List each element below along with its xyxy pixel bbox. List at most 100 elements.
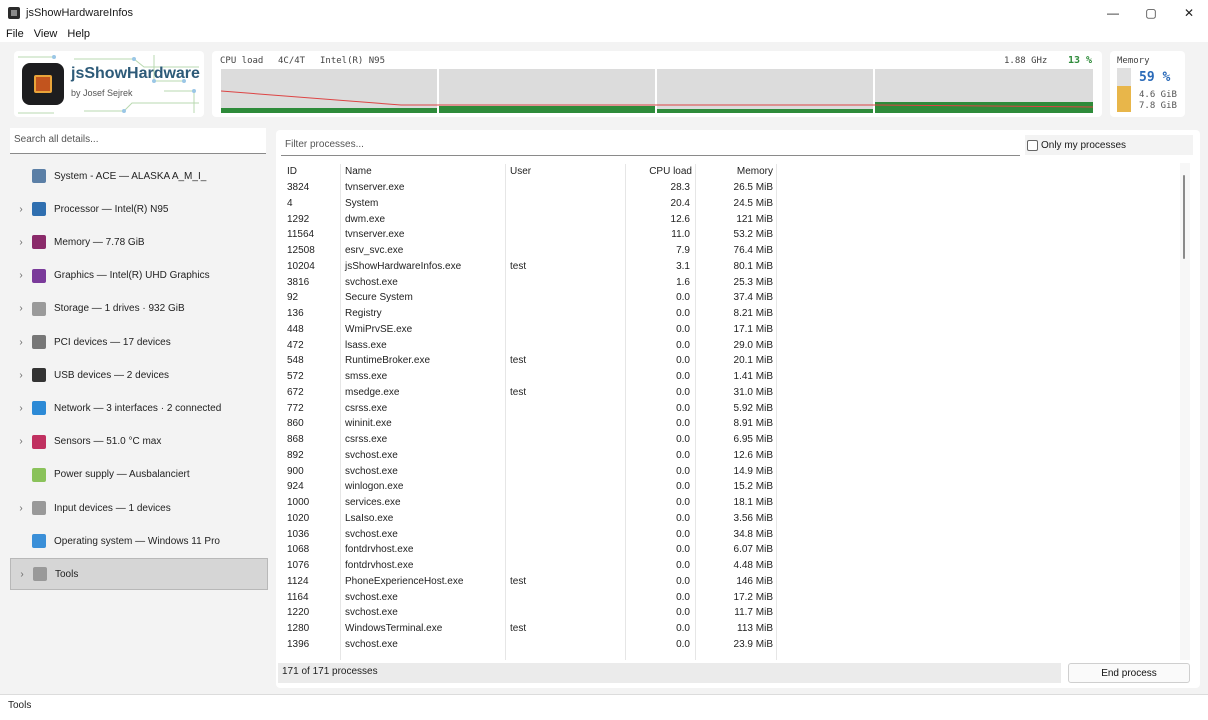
chevron-right-icon[interactable]: › <box>10 270 32 281</box>
table-row[interactable]: 860 wininit.exe 0.0 8.91 MiB <box>276 417 1176 433</box>
table-row[interactable]: 1000 services.exe 0.0 18.1 MiB <box>276 496 1176 512</box>
sidebar-item-thermometer[interactable]: › Sensors — 51.0 °C max <box>10 426 268 458</box>
header: jsShowHardware by Josef Sejrek CPU load … <box>0 44 1208 122</box>
cell-cpu-load: 0.0 <box>676 292 690 304</box>
maximize-button[interactable]: ▢ <box>1132 0 1170 26</box>
chevron-right-icon[interactable]: › <box>10 337 32 348</box>
close-button[interactable]: ✕ <box>1170 0 1208 26</box>
cell-id: 11564 <box>287 229 315 241</box>
cell-name: Registry <box>345 308 382 319</box>
table-row[interactable]: 12508 esrv_svc.exe 7.9 76.4 MiB <box>276 244 1176 260</box>
chevron-right-icon[interactable]: › <box>10 370 32 381</box>
sidebar-item-memory[interactable]: › Memory — 7.78 GiB <box>10 226 268 258</box>
sidebar-item-system[interactable]: System - ACE — ALASKA A_M_I_ <box>10 160 268 192</box>
scrollbar-thumb[interactable] <box>1183 175 1185 259</box>
table-row[interactable]: 900 svchost.exe 0.0 14.9 MiB <box>276 465 1176 481</box>
keyboard-icon <box>32 501 46 515</box>
sidebar-item-gamepad[interactable]: › Graphics — Intel(R) UHD Graphics <box>10 260 268 292</box>
cell-name: fontdrvhost.exe <box>345 544 414 556</box>
chevron-right-icon[interactable]: › <box>11 569 33 580</box>
table-row[interactable]: 1068 fontdrvhost.exe 0.0 6.07 MiB <box>276 543 1176 559</box>
table-row[interactable]: 1164 svchost.exe 0.0 17.2 MiB <box>276 591 1176 607</box>
table-row[interactable]: 772 csrss.exe 0.0 5.92 MiB <box>276 402 1176 418</box>
sidebar-item-keyboard[interactable]: › Input devices — 1 devices <box>10 492 268 524</box>
sidebar-item-label: Tools <box>55 568 79 580</box>
column-header-user[interactable]: User <box>510 166 531 177</box>
filter-processes-input[interactable]: Filter processes... <box>281 134 1020 156</box>
table-row[interactable]: 1280 WindowsTerminal.exe test 0.0 113 MiB <box>276 622 1176 638</box>
cell-memory: 26.5 MiB <box>733 182 773 193</box>
cell-cpu-load: 0.0 <box>676 607 690 619</box>
cpu-load-percent: 13 % <box>1068 55 1093 66</box>
table-row[interactable]: 1020 LsaIso.exe 0.0 3.56 MiB <box>276 512 1176 528</box>
table-row[interactable]: 472 lsass.exe 0.0 29.0 MiB <box>276 339 1176 355</box>
table-row[interactable]: 924 winlogon.exe 0.0 15.2 MiB <box>276 480 1176 496</box>
menu-file[interactable]: File <box>6 28 24 40</box>
cell-cpu-load: 0.0 <box>676 386 690 398</box>
sidebar-item-cpu[interactable]: › Processor — Intel(R) N95 <box>10 193 268 225</box>
table-row[interactable]: 1396 svchost.exe 0.0 23.9 MiB <box>276 638 1176 654</box>
table-row[interactable]: 10204 jsShowHardwareInfos.exe test 3.1 80.1 … <box>276 260 1176 276</box>
table-row[interactable]: 1124 PhoneExperienceHost.exe test 0.0 146 Mi… <box>276 575 1176 591</box>
only-my-processes-checkbox[interactable] <box>1027 139 1038 151</box>
cell-cpu-load: 7.9 <box>676 245 690 256</box>
search-all-details-input[interactable]: Search all details... <box>10 128 266 154</box>
cell-name: fontdrvhost.exe <box>345 560 414 571</box>
chevron-right-icon[interactable]: › <box>10 237 32 248</box>
column-header-id[interactable]: ID <box>287 166 297 177</box>
sidebar-item-os[interactable]: Operating system — Windows 11 Pro <box>10 525 268 557</box>
table-row[interactable]: 3816 svchost.exe 1.6 25.3 MiB <box>276 276 1176 292</box>
app-logo-icon <box>22 63 64 105</box>
table-row[interactable]: 136 Registry 0.0 8.21 MiB <box>276 307 1176 323</box>
sidebar-item-usb[interactable]: › USB devices — 2 devices <box>10 359 268 391</box>
sidebar-item-disk[interactable]: › Storage — 1 drives · 932 GiB <box>10 293 268 325</box>
table-row[interactable]: 3824 tvnserver.exe 28.3 26.5 MiB <box>276 181 1176 197</box>
table-row[interactable]: 448 WmiPrvSE.exe 0.0 17.1 MiB <box>276 323 1176 339</box>
cell-cpu-load: 0.0 <box>676 355 690 367</box>
sidebar-item-pci[interactable]: › PCI devices — 17 devices <box>10 326 268 358</box>
cpu-load-graph <box>221 69 1093 113</box>
table-row[interactable]: 11564 tvnserver.exe 11.0 53.2 MiB <box>276 228 1176 244</box>
table-row[interactable]: 4 System 20.4 24.5 MiB <box>276 197 1176 213</box>
table-row[interactable]: 548 RuntimeBroker.exe test 0.0 20.1 MiB <box>276 354 1176 370</box>
table-row[interactable]: 1292 dwm.exe 12.6 121 MiB <box>276 213 1176 229</box>
column-header-memory[interactable]: Memory <box>696 166 773 177</box>
table-row[interactable]: 672 msedge.exe test 0.0 31.0 MiB <box>276 386 1176 402</box>
sidebar-item-battery[interactable]: Power supply — Ausbalanciert <box>10 459 268 491</box>
column-header-name[interactable]: Name <box>345 166 372 177</box>
sidebar-item-label: Graphics — Intel(R) UHD Graphics <box>54 270 210 282</box>
sidebar-item-globe[interactable]: › Network — 3 interfaces · 2 connected <box>10 392 268 424</box>
menu-view[interactable]: View <box>34 28 58 40</box>
vertical-scrollbar[interactable] <box>1180 163 1190 660</box>
chevron-right-icon[interactable]: › <box>10 503 32 514</box>
column-header-cpu-load[interactable]: CPU load <box>624 166 692 177</box>
system-icon <box>32 169 46 183</box>
chevron-right-icon[interactable]: › <box>10 303 32 314</box>
sidebar-item-tools[interactable]: › Tools <box>10 558 268 591</box>
table-row[interactable]: 92 Secure System 0.0 37.4 MiB <box>276 291 1176 307</box>
minimize-button[interactable]: — <box>1094 0 1132 26</box>
cell-memory: 34.8 MiB <box>733 528 773 540</box>
end-process-button[interactable]: End process <box>1068 663 1190 683</box>
cell-memory: 53.2 MiB <box>733 229 773 241</box>
table-row[interactable]: 868 csrss.exe 0.0 6.95 MiB <box>276 433 1176 449</box>
app-icon <box>8 7 20 19</box>
menu-help[interactable]: Help <box>67 28 90 40</box>
table-row[interactable]: 1076 fontdrvhost.exe 0.0 4.48 MiB <box>276 559 1176 575</box>
cell-name: msedge.exe <box>345 386 400 398</box>
chevron-right-icon[interactable]: › <box>10 403 32 414</box>
only-my-processes-toggle[interactable]: Only my processes <box>1025 135 1193 155</box>
chevron-right-icon[interactable]: › <box>10 204 32 215</box>
chevron-right-icon[interactable]: › <box>10 436 32 447</box>
cell-cpu-load: 0.0 <box>676 497 690 508</box>
cell-id: 1020 <box>287 512 310 524</box>
table-row[interactable]: 1036 svchost.exe 0.0 34.8 MiB <box>276 528 1176 544</box>
process-panel: Filter processes... Only my processes ID… <box>276 130 1200 688</box>
cell-name: WmiPrvSE.exe <box>345 323 413 335</box>
table-row[interactable]: 572 smss.exe 0.0 1.41 MiB <box>276 370 1176 386</box>
table-row[interactable]: 892 svchost.exe 0.0 12.6 MiB <box>276 449 1176 465</box>
cell-id: 472 <box>287 339 304 351</box>
cell-name: svchost.exe <box>345 528 398 540</box>
table-row[interactable]: 1220 svchost.exe 0.0 11.7 MiB <box>276 606 1176 622</box>
cell-name: PhoneExperienceHost.exe <box>345 575 464 587</box>
